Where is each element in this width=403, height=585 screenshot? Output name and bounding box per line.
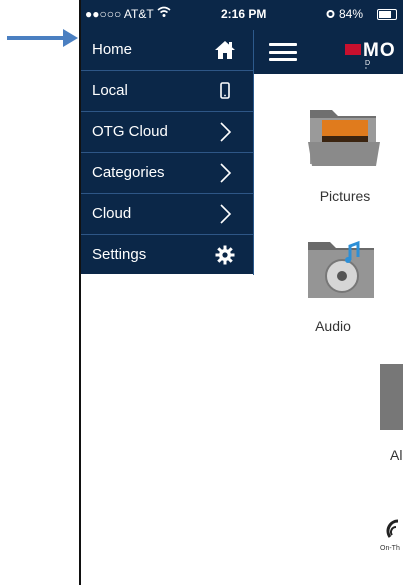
chevron-right-icon — [213, 120, 237, 144]
menu-item-label: Cloud — [92, 205, 132, 222]
menu-item-local[interactable]: Local — [81, 71, 253, 112]
partner-logo-icon — [386, 519, 399, 538]
annotation-arrow-icon — [7, 29, 78, 47]
menu-item-settings[interactable]: Settings — [81, 235, 253, 275]
menu-item-label: Categories — [92, 164, 165, 181]
tile-pictures[interactable]: Pictures — [300, 100, 390, 210]
drawer-empty-area — [81, 274, 253, 585]
tile-audio[interactable]: Audio — [298, 232, 388, 342]
menu-item-label: Settings — [92, 246, 147, 263]
tile-partial[interactable]: Al — [378, 360, 403, 470]
phone-icon — [213, 79, 237, 103]
pictures-folder-icon — [308, 110, 380, 166]
menu-item-label: OTG Cloud — [92, 123, 168, 140]
tile-label: Pictures — [319, 188, 371, 204]
side-drawer-menu: Home Local OTG Cloud Categories Cloud Se… — [81, 30, 254, 275]
alarm-icon — [325, 8, 336, 22]
audio-folder-icon — [308, 240, 374, 298]
battery-percent: 84% — [339, 7, 364, 21]
battery-icon — [377, 9, 397, 20]
tile-label: Audio — [315, 318, 351, 334]
menu-item-home[interactable]: Home — [81, 30, 253, 71]
chevron-right-icon — [213, 202, 237, 226]
menu-item-otg-cloud[interactable]: OTG Cloud — [81, 112, 253, 153]
clock: 2:16 PM — [221, 7, 267, 21]
wifi-icon — [157, 6, 171, 21]
carrier-signal: ●●○○○ AT&T — [85, 7, 154, 21]
menu-item-label: Local — [92, 82, 128, 99]
folder-icon — [380, 364, 403, 430]
menu-item-categories[interactable]: Categories — [81, 153, 253, 194]
brand-logo: MO D I — [345, 39, 403, 69]
status-bar: ●●○○○ AT&T 2:16 PM 84% — [81, 0, 403, 30]
hamburger-menu-icon[interactable] — [269, 43, 297, 61]
home-icon — [213, 38, 237, 62]
app-header: MO D I — [253, 30, 403, 74]
brand-mark-icon — [345, 44, 361, 55]
menu-item-label: Home — [92, 41, 133, 58]
footer-logo: On-Th — [380, 515, 403, 565]
menu-item-cloud[interactable]: Cloud — [81, 194, 253, 235]
chevron-right-icon — [213, 161, 237, 185]
tile-label: Al — [390, 447, 403, 463]
gear-icon — [213, 243, 237, 267]
